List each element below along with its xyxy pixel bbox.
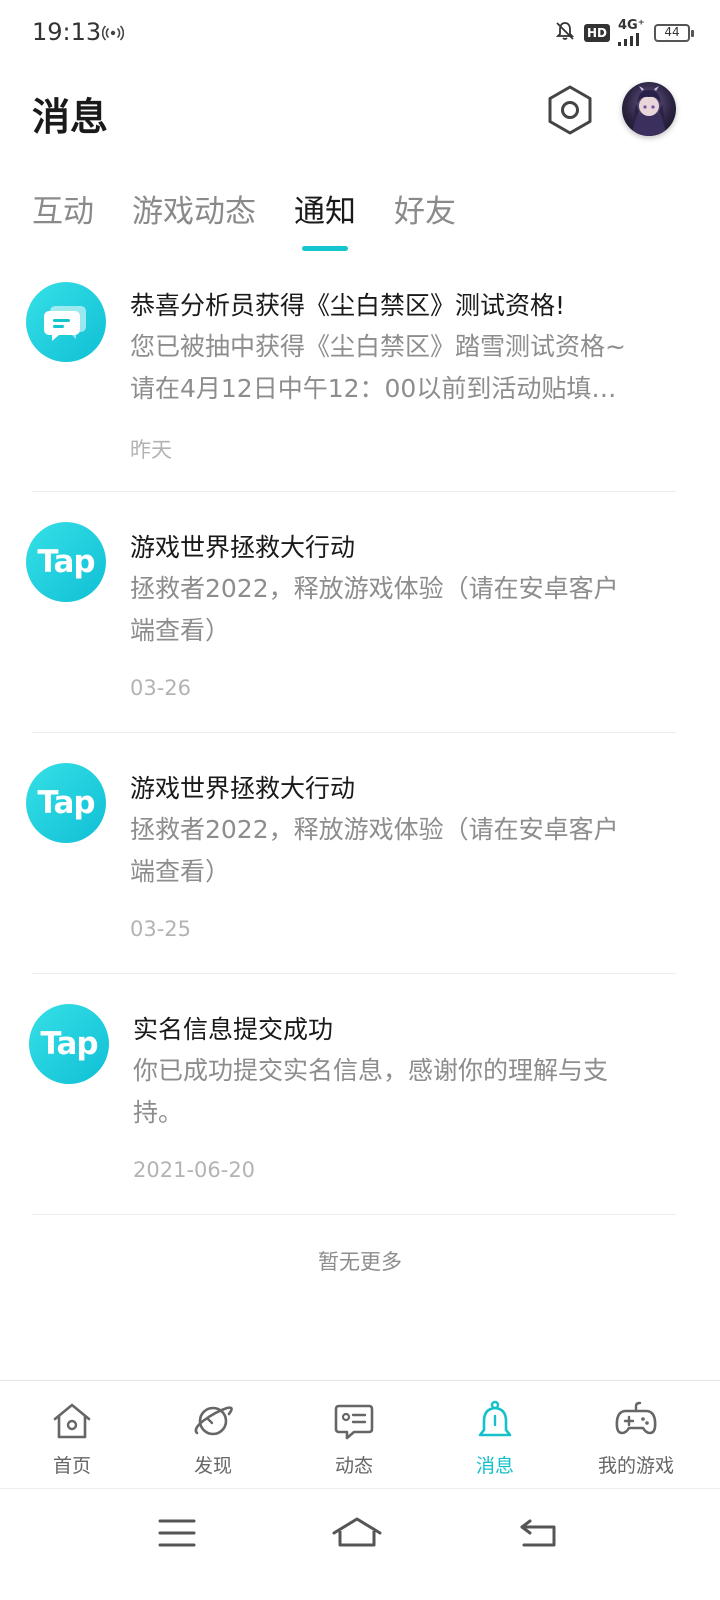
bottom-nav: 首页 发现 动态 消息 我的游戏 [0,1380,720,1488]
notification-body: 你已成功提交实名信息，感谢你的理解与支 持。 [133,1050,678,1134]
tap-logo-text: Tap [37,544,95,580]
hd-icon: HD [583,24,610,42]
hexagon-settings-icon [548,85,592,135]
avatar[interactable] [622,82,676,136]
notification-body: 您已被抽中获得《尘白禁区》踏雪测试资格~ 请在4月12日中午12：00以前到活动… [130,326,675,410]
nav-home[interactable]: 首页 [0,1381,144,1489]
tab-game-updates[interactable]: 游戏动态 [132,186,256,231]
notification-body-line: 拯救者2022，释放游戏体验（请在安卓客户 [130,815,619,844]
nav-label: 发现 [193,1455,232,1477]
page-title: 消息 [32,95,109,139]
tab-interactions[interactable]: 互动 [32,186,94,231]
notification-item[interactable]: 恭喜分析员获得《尘白禁区》测试资格! 您已被抽中获得《尘白禁区》踏雪测试资格~ … [0,270,720,492]
recent-apps-button[interactable] [148,1509,208,1559]
home-icon [53,1403,91,1439]
notification-title: 恭喜分析员获得《尘白禁区》测试资格! [130,291,566,320]
bell-icon [478,1400,512,1437]
nav-label: 我的游戏 [597,1455,674,1477]
notification-body-line: 你已成功提交实名信息，感谢你的理解与支 [133,1056,609,1085]
notification-body: 拯救者2022，释放游戏体验（请在安卓客户 端查看） [130,809,675,893]
notification-body-line: 您已被抽中获得《尘白禁区》踏雪测试资格~ [130,332,626,361]
notification-time: 2021-06-20 [133,1158,256,1182]
status-time: 19:13 [32,18,102,46]
nav-my-games[interactable]: 我的游戏 [564,1381,708,1489]
nav-discover[interactable]: 发现 [141,1381,285,1489]
tap-logo-icon: Tap [26,763,106,843]
back-button[interactable] [510,1509,570,1559]
network-type: 4G⁺ [618,18,645,33]
battery-level: 44 [664,25,680,39]
notification-time: 03-26 [130,676,192,700]
home-outline-icon [332,1517,382,1547]
notification-body: 拯救者2022，释放游戏体验（请在安卓客户 端查看） [130,568,675,652]
notification-title: 游戏世界拯救大行动 [130,774,356,803]
settings-button[interactable] [546,84,594,136]
notification-title: 实名信息提交成功 [133,1015,334,1044]
tap-logo-icon: Tap [26,522,106,602]
status-bar: 19:13 HD 4G⁺ 44 [0,0,720,68]
tap-logo-text: Tap [37,785,95,821]
notification-item[interactable]: Tap 游戏世界拯救大行动 拯救者2022，释放游戏体验（请在安卓客户 端查看）… [0,733,720,973]
feed-icon [334,1404,374,1440]
notification-item[interactable]: Tap 游戏世界拯救大行动 拯救者2022，释放游戏体验（请在安卓客户 端查看）… [0,492,720,732]
battery-icon: 44 [654,24,694,42]
tap-logo-icon: Tap [29,1004,109,1084]
divider [32,1214,676,1215]
notification-body-line: 请在4月12日中午12：00以前到活动贴填… [130,374,617,403]
system-nav-bar [0,1488,720,1600]
notification-body-line: 端查看） [130,616,231,645]
avatar-image [632,86,666,136]
nav-label: 消息 [475,1455,514,1477]
tab-bar: 互动 游戏动态 通知 好友 [32,186,494,231]
tab-friends[interactable]: 好友 [394,186,456,231]
menu-lines-icon [158,1519,196,1547]
gamepad-icon [615,1401,657,1435]
notification-body-line: 持。 [133,1098,184,1127]
tap-logo-text: Tap [40,1026,98,1062]
bell-muted-icon [554,20,576,46]
planet-icon [194,1406,233,1436]
notification-time: 03-25 [130,917,192,941]
notification-body-line: 拯救者2022，释放游戏体验（请在安卓客户 [130,574,619,603]
back-arrow-icon [520,1519,556,1547]
notification-item[interactable]: Tap 实名信息提交成功 你已成功提交实名信息，感谢你的理解与支 持。 2021… [0,974,720,1214]
notification-body-line: 端查看） [130,857,231,886]
notification-title: 游戏世界拯救大行动 [130,533,356,562]
no-more-text: 暂无更多 [318,1250,402,1274]
chat-bubble-icon [26,282,106,362]
nav-messages[interactable]: 消息 [423,1381,567,1489]
nav-label: 首页 [52,1455,91,1477]
signal-icon: 4G⁺ [618,18,646,46]
nav-feed[interactable]: 动态 [282,1381,426,1489]
notification-time: 昨天 [130,438,172,462]
system-home-button[interactable] [322,1509,382,1559]
hotspot-icon [101,24,125,46]
tab-notifications[interactable]: 通知 [294,186,356,231]
active-tab-indicator [302,246,348,251]
nav-label: 动态 [334,1455,373,1477]
